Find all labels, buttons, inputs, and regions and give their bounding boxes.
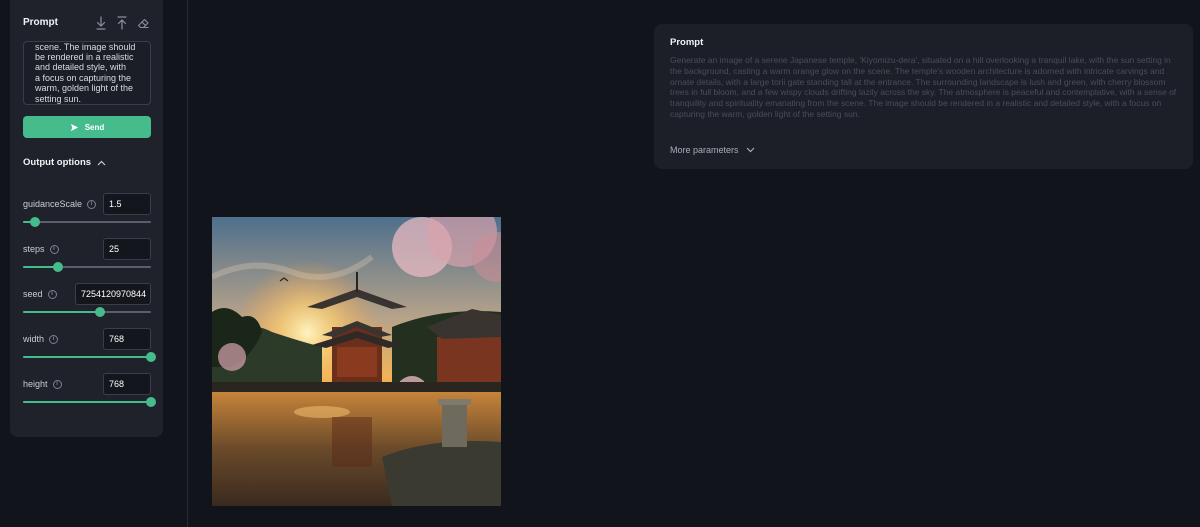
- panel-title: Prompt: [23, 17, 58, 28]
- prompt-card-title: Prompt: [670, 37, 704, 48]
- eraser-icon[interactable]: [136, 15, 150, 31]
- height-input[interactable]: 768: [103, 373, 151, 395]
- slider-thumb[interactable]: [52, 262, 63, 272]
- slider-thumb[interactable]: [29, 217, 40, 227]
- width-input[interactable]: 768: [103, 328, 151, 350]
- info-icon[interactable]: i: [52, 379, 62, 389]
- temple-sunset-image: [212, 217, 501, 506]
- info-icon[interactable]: i: [49, 334, 59, 344]
- slider-thumb[interactable]: [94, 307, 105, 317]
- height-slider[interactable]: [23, 397, 156, 407]
- prompt-card: Prompt Generate an image of a serene Jap…: [654, 24, 1193, 169]
- param-label: guidanceScale: [23, 199, 83, 209]
- left-panel: Prompt scene. The image should be render…: [10, 0, 163, 437]
- slider-thumb[interactable]: [146, 397, 156, 407]
- chevron-up-icon: [97, 160, 106, 165]
- upload-icon[interactable]: [115, 15, 129, 31]
- send-button-label: Send: [84, 122, 105, 132]
- more-parameters-label: More parameters: [670, 145, 739, 155]
- param-label: width: [23, 334, 45, 344]
- info-icon[interactable]: i: [87, 199, 97, 209]
- chevron-down-icon: [746, 147, 754, 153]
- info-icon[interactable]: i: [47, 289, 57, 299]
- output-options-toggle[interactable]: Output options: [23, 157, 106, 168]
- prompt-card-text: Generate an image of a serene Japanese t…: [670, 55, 1177, 119]
- guidance-scale-slider[interactable]: [23, 217, 151, 227]
- guidance-scale-input[interactable]: 1.5: [103, 193, 151, 215]
- send-icon: [70, 123, 78, 131]
- prompt-textarea-text: scene. The image should be rendered in a…: [35, 41, 136, 104]
- slider-thumb[interactable]: [146, 352, 156, 362]
- prompt-textarea[interactable]: scene. The image should be rendered in a…: [23, 41, 151, 105]
- seed-input[interactable]: 7254120970844: [75, 283, 151, 305]
- param-label: steps: [23, 244, 45, 254]
- steps-input[interactable]: 25: [103, 238, 151, 260]
- steps-slider[interactable]: [23, 262, 151, 272]
- seed-slider[interactable]: [23, 307, 151, 317]
- width-slider[interactable]: [23, 352, 156, 362]
- send-button[interactable]: Send: [23, 116, 151, 138]
- panel-divider: [187, 0, 188, 527]
- generated-image[interactable]: [212, 217, 501, 506]
- info-icon[interactable]: i: [49, 244, 59, 254]
- param-label: seed: [23, 289, 43, 299]
- output-options-label: Output options: [23, 157, 92, 168]
- param-label: height: [23, 379, 48, 389]
- more-parameters-toggle[interactable]: More parameters: [670, 145, 755, 155]
- download-icon[interactable]: [94, 15, 108, 31]
